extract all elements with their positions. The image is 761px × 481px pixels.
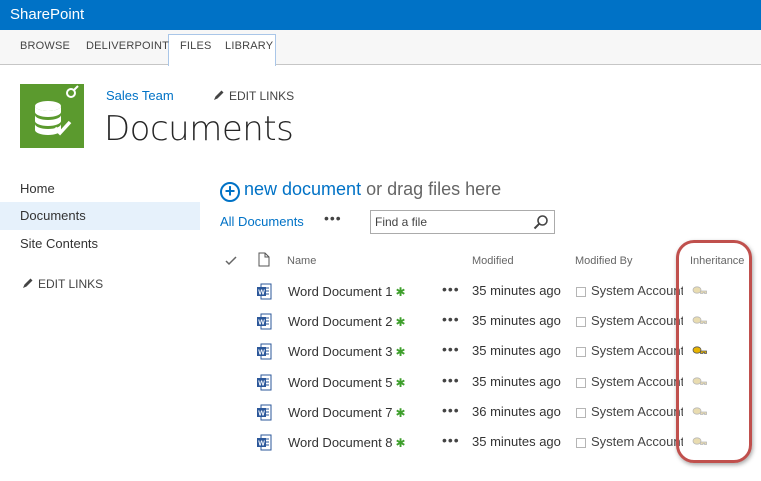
document-name[interactable]: Word Document 8 ✱ xyxy=(288,435,406,450)
presence-indicator xyxy=(576,287,586,297)
top-edit-links-label: EDIT LINKS xyxy=(229,89,295,103)
top-edit-links[interactable]: EDIT LINKS xyxy=(213,89,294,103)
nav-item-site-contents[interactable]: Site Contents xyxy=(0,230,200,258)
table-row[interactable]: W Word Document 3 ✱ ••• 35 minutes ago System… xyxy=(0,339,761,369)
select-all-check-icon[interactable] xyxy=(225,256,237,266)
table-row[interactable]: W Word Document 1 ✱ ••• 35 minutes ago System… xyxy=(0,279,761,309)
presence-indicator xyxy=(576,438,586,448)
modified-by-value[interactable]: System Account xyxy=(591,404,683,419)
modified-value: 35 minutes ago xyxy=(472,343,561,358)
new-item-icon: ✱ xyxy=(395,376,406,390)
document-name-label: Word Document 5 xyxy=(288,375,393,390)
word-document-icon[interactable]: W xyxy=(257,434,272,451)
tab-deliverpoint[interactable]: DELIVERPOINT xyxy=(86,40,169,52)
presence-indicator xyxy=(576,347,586,357)
database-check-icon xyxy=(35,85,79,136)
item-menu-ellipsis[interactable]: ••• xyxy=(442,281,460,297)
svg-text:W: W xyxy=(258,350,265,357)
document-name-label: Word Document 2 xyxy=(288,314,393,329)
document-name[interactable]: Word Document 7 ✱ xyxy=(288,405,406,420)
modified-by-value[interactable]: System Account xyxy=(591,283,683,298)
file-type-icon xyxy=(258,252,270,267)
table-row[interactable]: W Word Document 7 ✱ ••• 36 minutes ago System… xyxy=(0,400,761,430)
modified-value: 35 minutes ago xyxy=(472,313,561,328)
svg-text:W: W xyxy=(258,381,265,388)
table-row[interactable]: W Word Document 5 ✱ ••• 35 minutes ago System… xyxy=(0,370,761,400)
new-item-icon: ✱ xyxy=(395,285,406,299)
modified-value: 35 minutes ago xyxy=(472,283,561,298)
modified-value: 35 minutes ago xyxy=(472,434,561,449)
modified-by-value[interactable]: System Account xyxy=(591,434,683,449)
tab-library[interactable]: LIBRARY xyxy=(225,40,273,52)
word-document-icon[interactable]: W xyxy=(257,374,272,391)
column-header-name[interactable]: Name xyxy=(287,255,316,267)
word-document-icon[interactable]: W xyxy=(257,343,272,360)
presence-indicator xyxy=(576,378,586,388)
nav-item-documents[interactable]: Documents xyxy=(0,202,200,230)
item-menu-ellipsis[interactable]: ••• xyxy=(442,341,460,357)
presence-indicator xyxy=(576,408,586,418)
table-row[interactable]: W Word Document 2 ✱ ••• 35 minutes ago System… xyxy=(0,309,761,339)
document-name-label: Word Document 8 xyxy=(288,435,393,450)
site-logo[interactable] xyxy=(20,84,84,148)
modified-value: 36 minutes ago xyxy=(472,404,561,419)
table-row[interactable]: W Word Document 8 ✱ ••• 35 minutes ago System… xyxy=(0,430,761,460)
item-menu-ellipsis[interactable]: ••• xyxy=(442,432,460,448)
modified-by-value[interactable]: System Account xyxy=(591,343,683,358)
site-name-link[interactable]: Sales Team xyxy=(106,88,174,103)
new-document-bar: + new document or drag files here xyxy=(220,179,501,202)
item-menu-ellipsis[interactable]: ••• xyxy=(442,372,460,388)
item-menu-ellipsis[interactable]: ••• xyxy=(442,402,460,418)
word-document-icon[interactable]: W xyxy=(257,313,272,330)
svg-text:W: W xyxy=(258,441,265,448)
view-all-documents[interactable]: All Documents xyxy=(220,214,304,229)
document-name[interactable]: Word Document 5 ✱ xyxy=(288,375,406,390)
word-document-icon[interactable]: W xyxy=(257,404,272,421)
column-header-modified-by[interactable]: Modified By xyxy=(575,255,632,267)
tab-files[interactable]: FILES xyxy=(180,40,212,52)
item-menu-ellipsis[interactable]: ••• xyxy=(442,311,460,327)
nav-item-home[interactable]: Home xyxy=(0,175,200,203)
new-item-icon: ✱ xyxy=(395,345,406,359)
presence-indicator xyxy=(576,317,586,327)
search-box[interactable] xyxy=(370,210,555,234)
document-name-label: Word Document 1 xyxy=(288,284,393,299)
svg-text:W: W xyxy=(258,411,265,418)
ribbon: BROWSE DELIVERPOINT FILES LIBRARY xyxy=(0,30,761,66)
new-item-icon: ✱ xyxy=(395,406,406,420)
app-brand[interactable]: SharePoint xyxy=(10,6,84,23)
word-document-icon[interactable]: W xyxy=(257,283,272,300)
svg-text:W: W xyxy=(258,290,265,297)
new-document-link[interactable]: new document xyxy=(244,179,361,199)
document-name-label: Word Document 7 xyxy=(288,405,393,420)
new-item-icon: ✱ xyxy=(395,315,406,329)
view-more-ellipsis[interactable]: ••• xyxy=(324,210,342,226)
modified-value: 35 minutes ago xyxy=(472,374,561,389)
suite-bar: SharePoint xyxy=(0,0,761,30)
column-header-modified[interactable]: Modified xyxy=(472,255,514,267)
tab-browse[interactable]: BROWSE xyxy=(20,40,70,52)
modified-by-value[interactable]: System Account xyxy=(591,374,683,389)
search-input[interactable] xyxy=(375,214,530,230)
new-item-icon: ✱ xyxy=(395,436,406,450)
svg-text:W: W xyxy=(258,320,265,327)
document-name-label: Word Document 3 xyxy=(288,344,393,359)
search-icon[interactable] xyxy=(533,214,549,230)
drag-files-text: or drag files here xyxy=(366,179,502,199)
pencil-icon xyxy=(214,90,224,100)
document-name[interactable]: Word Document 3 ✱ xyxy=(288,344,406,359)
add-circle-icon[interactable]: + xyxy=(220,182,240,202)
document-name[interactable]: Word Document 1 ✱ xyxy=(288,284,406,299)
inheritance-column-highlight xyxy=(676,240,752,463)
modified-by-value[interactable]: System Account xyxy=(591,313,683,328)
document-name[interactable]: Word Document 2 ✱ xyxy=(288,314,406,329)
page-title: Documents xyxy=(104,109,294,149)
